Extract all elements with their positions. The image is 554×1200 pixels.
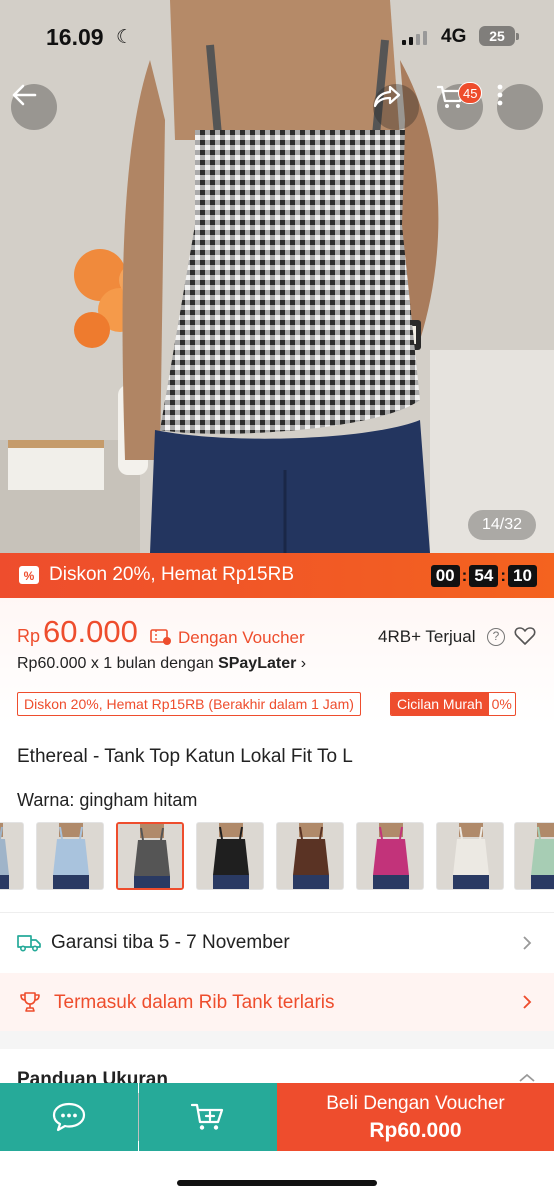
timer-minutes: 54 [469, 565, 499, 587]
countdown-timer: 00 : 54 : 10 [430, 565, 537, 587]
paylater-row[interactable]: Rp60.000 x 1 bulan dengan SPayLater › [17, 655, 306, 673]
chevron-up-icon [519, 1073, 535, 1082]
heart-icon[interactable] [514, 626, 536, 646]
help-icon[interactable]: ? [487, 628, 505, 646]
chevron-right-icon [523, 995, 532, 1009]
variant-thumbnail-3[interactable] [116, 822, 184, 890]
network-label: 4G [441, 26, 467, 47]
buy-button-label: Beli Dengan Voucher [326, 1093, 505, 1114]
size-guide-row[interactable]: Panduan Ukuran [0, 1049, 554, 1090]
back-button[interactable] [11, 84, 57, 130]
variant-image [515, 823, 554, 889]
installment-value: 0% [491, 696, 512, 712]
chat-button[interactable] [0, 1083, 138, 1151]
chevron-right-icon: › [300, 655, 307, 672]
variant-key: Warna: [17, 790, 75, 810]
svg-text:%: % [24, 569, 35, 583]
variant-thumbnail-7[interactable] [436, 822, 504, 890]
variant-label: Warna: gingham hitam [17, 790, 197, 811]
variant-value: gingham hitam [74, 790, 198, 810]
share-button[interactable] [373, 84, 419, 130]
flash-sale-text: Diskon 20%, Hemat Rp15RB [49, 564, 294, 585]
installment-tag: Cicilan Murah 0% [390, 692, 516, 716]
trophy-icon [20, 992, 40, 1012]
timer-hours: 00 [430, 565, 460, 587]
variant-thumbnail-5[interactable] [276, 822, 344, 890]
product-image[interactable]: 16.09 ☾ 4G 25 45 14/32 [0, 0, 554, 553]
battery-icon: 25 [479, 26, 519, 46]
truck-icon [17, 935, 41, 952]
flash-ticket-icon: % [19, 566, 39, 584]
add-to-cart-button[interactable] [139, 1083, 277, 1151]
variant-image [357, 823, 423, 889]
price-amount: 60.000 [43, 614, 138, 649]
image-counter: 14/32 [468, 510, 536, 540]
price-currency: Rp [17, 626, 41, 646]
installment-label: Cicilan Murah [391, 693, 489, 715]
more-button[interactable] [497, 84, 543, 130]
back-arrow-icon [12, 84, 37, 106]
product-title: Ethereal - Tank Top Katun Lokal Fit To L [17, 746, 353, 767]
variant-thumbnail-8[interactable] [514, 822, 554, 890]
voucher-icon [150, 629, 171, 645]
delivery-row[interactable]: Garansi tiba 5 - 7 November [0, 913, 554, 971]
status-bar: 16.09 ☾ 4G 25 [0, 0, 554, 72]
variant-thumbnail-2[interactable] [36, 822, 104, 890]
home-indicator[interactable] [177, 1180, 377, 1186]
bottom-action-bar: Beli Dengan Voucher Rp60.000 [0, 1083, 554, 1151]
buy-button-price: Rp60.000 [369, 1119, 462, 1142]
variant-thumbnails [0, 822, 554, 892]
discount-tag: Diskon 20%, Hemat Rp15RB (Berakhir dalam… [17, 692, 361, 716]
variant-thumbnail-1[interactable] [0, 822, 24, 890]
sold-count: 4RB+ Terjual [378, 627, 476, 646]
variant-image [37, 823, 103, 889]
section-gap [0, 1031, 554, 1049]
more-icon [497, 84, 503, 106]
clock: 16.09 [46, 24, 104, 50]
voucher-label: Dengan Voucher [178, 628, 305, 647]
variant-image [437, 823, 503, 889]
cart-count-badge: 45 [458, 82, 483, 104]
variant-image [277, 823, 343, 889]
variant-image [118, 824, 182, 888]
chat-icon [52, 1102, 86, 1132]
price-section: Rp 60.000 Dengan Voucher 4RB+ Terjual ? … [0, 598, 554, 725]
buy-with-voucher-button[interactable]: Beli Dengan Voucher Rp60.000 [277, 1083, 554, 1151]
chevron-right-icon [523, 936, 532, 950]
paylater-text: Rp60.000 x 1 bulan dengan [17, 655, 219, 672]
bestseller-row[interactable]: Termasuk dalam Rib Tank terlaris [0, 973, 554, 1031]
add-to-cart-icon [191, 1103, 224, 1130]
variant-thumbnail-6[interactable] [356, 822, 424, 890]
moon-icon: ☾ [116, 27, 134, 48]
delivery-text: Garansi tiba 5 - 7 November [51, 932, 290, 953]
variant-image [0, 823, 23, 889]
variant-thumbnail-4[interactable] [196, 822, 264, 890]
signal-icon [402, 31, 432, 45]
paylater-brand: SPayLater [218, 655, 297, 672]
flash-sale-bar[interactable]: % Diskon 20%, Hemat Rp15RB 00 : 54 : 10 [0, 553, 554, 598]
bestseller-text: Termasuk dalam Rib Tank terlaris [54, 992, 335, 1013]
share-icon [373, 85, 401, 108]
variant-image [197, 823, 263, 889]
timer-seconds: 10 [508, 565, 537, 587]
